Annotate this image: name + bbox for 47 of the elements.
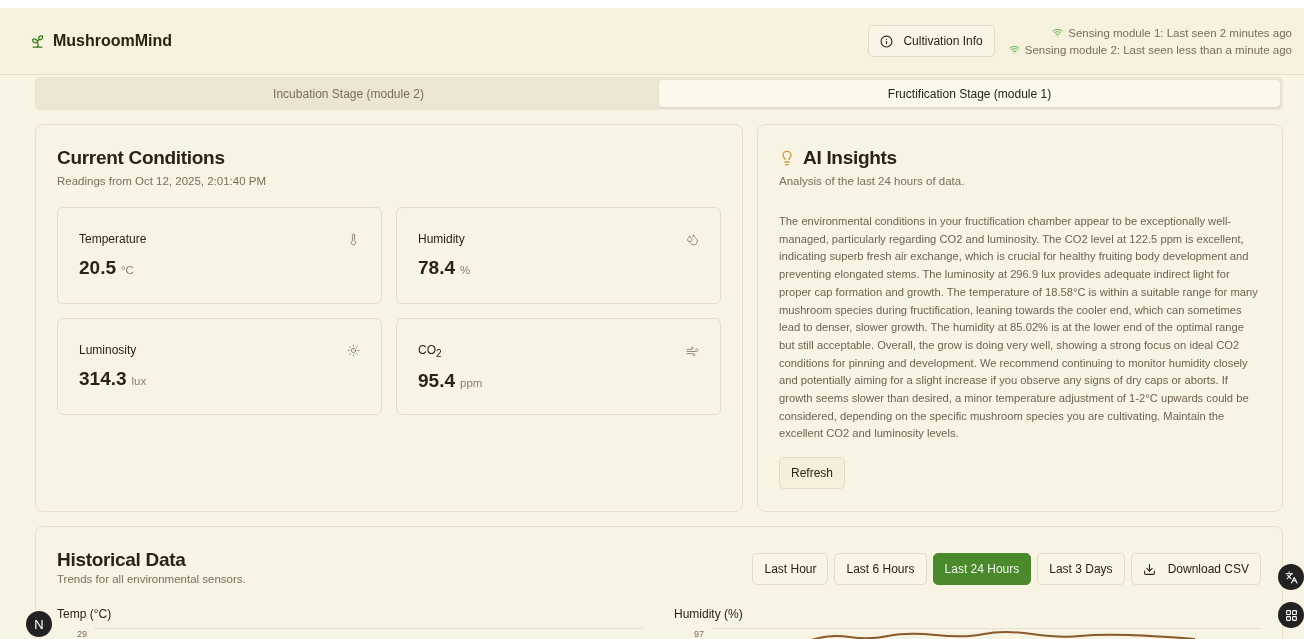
- card-subtitle: Analysis of the last 24 hours of data.: [779, 175, 966, 187]
- wind-icon: [686, 344, 699, 358]
- card-subtitle: Trends for all environmental sensors.: [57, 573, 246, 586]
- card-title: Current Conditions: [57, 147, 226, 169]
- lightbulb-icon: [779, 150, 795, 166]
- reading-unit: ppm: [460, 377, 483, 390]
- module-status: Sensing module 2: Last seen less than a minute ago: [1024, 43, 1292, 56]
- info-icon: [880, 34, 894, 48]
- sprout-icon: [30, 33, 45, 49]
- droplets-icon: [686, 232, 699, 246]
- chart-title: Humidity (%): [674, 607, 744, 622]
- translate-icon: [1284, 570, 1298, 584]
- time-range-button[interactable]: Last 6 Hours: [834, 553, 927, 586]
- axis-tick-label: 97: [694, 629, 704, 639]
- chart-title: Temp (°C): [57, 607, 113, 622]
- reading-value: 95.4: [418, 370, 455, 393]
- reading-unit: lux: [131, 375, 147, 387]
- card-subtitle: Readings from Oct 12, 2025, 2:01:40 PM: [57, 175, 268, 187]
- apps-button[interactable]: [1278, 602, 1304, 628]
- reading-label: Luminosity: [79, 343, 137, 357]
- download-csv-button[interactable]: Download CSV: [1130, 553, 1261, 586]
- reading-unit: °C: [121, 264, 134, 276]
- time-range-button[interactable]: Last 3 Days: [1037, 553, 1125, 586]
- card-title: AI Insights: [803, 147, 897, 169]
- sun-icon: [347, 343, 360, 357]
- grid-icon: [1284, 608, 1298, 622]
- axis-tick-label: 29: [77, 629, 87, 639]
- reading-value: 78.4: [418, 257, 455, 279]
- module-status: Sensing module 1: Last seen 2 minutes ago: [1068, 26, 1292, 39]
- dev-badge[interactable]: N: [26, 611, 52, 637]
- reading-value: 20.5: [79, 257, 116, 279]
- reading-unit: %: [460, 264, 471, 276]
- stage-tab[interactable]: Fructification Stage (module 1): [659, 80, 1280, 107]
- reading-label: Temperature: [79, 232, 147, 246]
- reading-value: 314.3: [79, 368, 127, 390]
- brand-name: MushroomMind: [53, 32, 173, 50]
- reading-label: CO$_{2}$: [418, 343, 442, 360]
- refresh-button[interactable]: Refresh: [779, 457, 846, 490]
- stage-tab[interactable]: Incubation Stage (module 2): [38, 80, 659, 107]
- translate-button[interactable]: [1278, 564, 1304, 590]
- reading-label: Humidity: [418, 232, 465, 246]
- download-icon: [1142, 562, 1156, 576]
- cultivation-info-button[interactable]: Cultivation Info: [868, 25, 995, 57]
- time-range-button[interactable]: Last 24 Hours: [932, 553, 1032, 586]
- time-range-button[interactable]: Last Hour: [752, 553, 829, 586]
- card-title: Historical Data: [57, 549, 187, 572]
- insights-text: The environmental conditions in your fructification chamber appear to be exceptionally well-managed, particularly regarding CO2 and luminosity. The CO2 level at 122.5 ppm is excellent, indicating superb fresh air exchange, which is crucial for healthy fruiting body development and preventing elongated stems. The luminosity at 296.9 lux provides adequate indirect light for proper cap formation and growth. The temperature of 18.58°C is within a suitable range for many mushroom species during fructification, leaning towards the cooler end, which can sometimes lead to denser, slower growth. The humidity at 85.02% is at the lower end of the optimal range but still acceptable. Overall, the grow is doing very well, showing a strong focus on ideal CO2 conditions for pinning and development. We recommend continuing to monitor humidity closely and potentially aiming for a slight increase if you observe any signs of dry caps or aborts. If growth seems slower than desired, a minor temperature adjustment of 1-2°C upwards could be considered, depending on the specific mushroom species you are cultivating. Maintain the excellent CO2 and luminosity levels.: [779, 214, 1259, 442]
